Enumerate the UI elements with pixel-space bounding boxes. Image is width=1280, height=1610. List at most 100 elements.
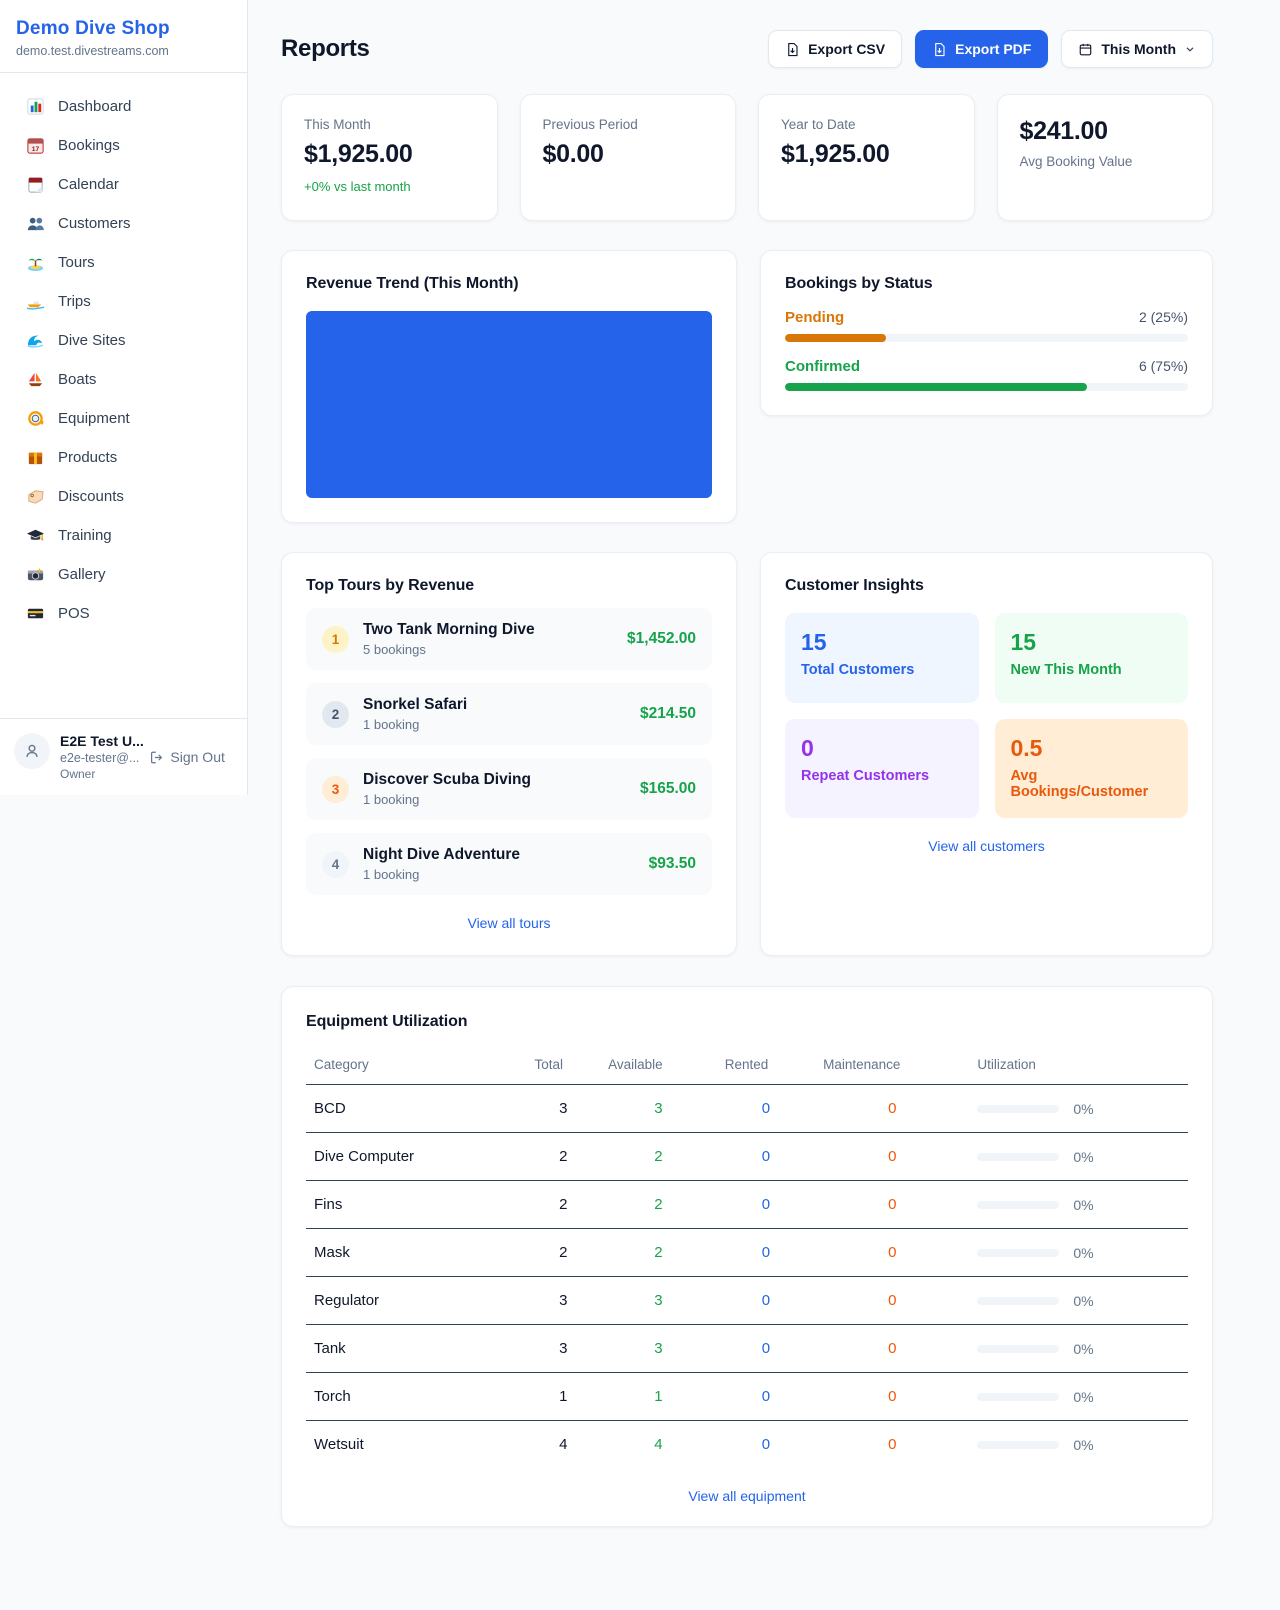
cell-rented: 0 — [717, 1181, 815, 1229]
cell-total: 4 — [527, 1421, 601, 1469]
revenue-trend-card: Revenue Trend (This Month) — [281, 250, 737, 523]
sidebar-item-gallery[interactable]: Gallery — [12, 555, 235, 594]
insight-value: 0.5 — [1011, 735, 1173, 762]
export-pdf-button[interactable]: Export PDF — [915, 30, 1048, 68]
export-csv-button[interactable]: Export CSV — [768, 30, 902, 68]
tour-revenue: $93.50 — [649, 855, 696, 873]
shop-name: Demo Dive Shop — [16, 18, 231, 40]
stat-card-avg-booking-value: $241.00 Avg Booking Value — [997, 94, 1214, 221]
revenue-trend-title: Revenue Trend (This Month) — [306, 275, 712, 293]
table-row: Torch 1 1 0 0 0% — [306, 1373, 1188, 1421]
table-row: Wetsuit 4 4 0 0 0% — [306, 1421, 1188, 1469]
sailboat-icon — [26, 370, 45, 389]
sidebar-item-equipment[interactable]: Equipment — [12, 399, 235, 438]
tour-row: 1 Two Tank Morning Dive 5 bookings $1,45… — [306, 608, 712, 670]
cell-maintenance: 0 — [815, 1373, 969, 1421]
insight-repeat-customers: 0 Repeat Customers — [785, 719, 979, 818]
shop-domain: demo.test.divestreams.com — [16, 44, 231, 58]
cell-total: 1 — [527, 1373, 601, 1421]
cell-total: 2 — [527, 1181, 601, 1229]
view-all-tours-link[interactable]: View all tours — [306, 915, 712, 931]
sign-out-button[interactable]: Sign Out — [149, 749, 224, 765]
tour-revenue: $1,452.00 — [627, 630, 696, 648]
wave-icon — [26, 331, 45, 350]
sidebar-item-label: Trips — [58, 293, 91, 310]
person-icon — [23, 742, 41, 760]
sidebar-item-calendar[interactable]: Calendar — [12, 165, 235, 204]
sidebar-item-boats[interactable]: Boats — [12, 360, 235, 399]
utilization-bar — [977, 1249, 1059, 1257]
sidebar-item-pos[interactable]: POS — [12, 594, 235, 633]
sidebar-item-trips[interactable]: Trips — [12, 282, 235, 321]
top-tours-card: Top Tours by Revenue 1 Two Tank Morning … — [281, 552, 737, 956]
table-row: Mask 2 2 0 0 0% — [306, 1229, 1188, 1277]
stat-delta: +0% vs last month — [304, 179, 475, 194]
sidebar-item-discounts[interactable]: Discounts — [12, 477, 235, 516]
sidebar-item-training[interactable]: Training — [12, 516, 235, 555]
tour-revenue: $214.50 — [640, 705, 696, 723]
sidebar-item-label: Bookings — [58, 137, 120, 154]
bookings-by-status-title: Bookings by Status — [785, 275, 1188, 293]
column-header-available: Available — [600, 1049, 717, 1085]
stat-value: $241.00 — [1020, 117, 1191, 146]
rank-badge: 2 — [322, 701, 349, 728]
status-count: 6 (75%) — [1139, 358, 1188, 374]
logout-icon — [149, 750, 164, 765]
sidebar-item-products[interactable]: Products — [12, 438, 235, 477]
tour-name: Discover Scuba Diving — [363, 771, 626, 789]
equipment-utilization-title: Equipment Utilization — [306, 1013, 1188, 1031]
cell-rented: 0 — [717, 1277, 815, 1325]
sidebar-item-label: Calendar — [58, 176, 119, 193]
island-icon — [26, 253, 45, 272]
customer-insights-card: Customer Insights 15 Total Customers 15 … — [760, 552, 1213, 956]
sidebar-item-customers[interactable]: Customers — [12, 204, 235, 243]
utilization-bar — [977, 1105, 1059, 1113]
tour-row: 2 Snorkel Safari 1 booking $214.50 — [306, 683, 712, 745]
cell-available: 2 — [600, 1181, 717, 1229]
view-all-equipment-link[interactable]: View all equipment — [306, 1488, 1188, 1504]
bookings-by-status-card: Bookings by Status Pending 2 (25%) Confi… — [760, 250, 1213, 416]
cell-total: 3 — [527, 1325, 601, 1373]
calendar-pad-icon — [26, 175, 45, 194]
bar-chart-icon — [26, 97, 45, 116]
sidebar-item-label: Discounts — [58, 488, 124, 505]
user-role: Owner — [60, 767, 233, 781]
cell-maintenance: 0 — [815, 1421, 969, 1469]
cell-maintenance: 0 — [815, 1277, 969, 1325]
insight-value: 15 — [801, 629, 963, 656]
period-selector[interactable]: This Month — [1061, 30, 1213, 68]
stat-label: Previous Period — [543, 117, 714, 132]
cell-total: 2 — [527, 1229, 601, 1277]
equipment-table: Category Total Available Rented Maintena… — [306, 1049, 1188, 1468]
stat-label: Year to Date — [781, 117, 952, 132]
sidebar-item-bookings[interactable]: 17 Bookings — [12, 126, 235, 165]
cell-rented: 0 — [717, 1373, 815, 1421]
insight-label: Repeat Customers — [801, 768, 963, 784]
cell-category: Wetsuit — [306, 1421, 527, 1469]
cell-available: 4 — [600, 1421, 717, 1469]
column-header-rented: Rented — [717, 1049, 815, 1085]
insight-label: New This Month — [1011, 662, 1173, 678]
utilization-percent: 0% — [1073, 1197, 1093, 1213]
grad-cap-icon — [26, 526, 45, 545]
sidebar-item-tours[interactable]: Tours — [12, 243, 235, 282]
status-bar-fill — [785, 383, 1087, 391]
user-section: E2E Test U... e2e-tester@... Sign Out Ow… — [0, 718, 247, 795]
view-all-customers-link[interactable]: View all customers — [785, 838, 1188, 854]
sidebar-nav: Dashboard 17 Bookings Calendar Customers… — [0, 73, 247, 718]
tour-name: Snorkel Safari — [363, 696, 626, 714]
sidebar-item-dive-sites[interactable]: Dive Sites — [12, 321, 235, 360]
calendar-icon — [1078, 42, 1093, 57]
cell-category: Fins — [306, 1181, 527, 1229]
status-bar-track — [785, 383, 1188, 391]
insight-label: Avg Bookings/Customer — [1011, 768, 1173, 800]
sidebar-item-dashboard[interactable]: Dashboard — [12, 87, 235, 126]
stat-value: $1,925.00 — [304, 140, 475, 169]
utilization-percent: 0% — [1073, 1437, 1093, 1453]
sidebar-item-label: Equipment — [58, 410, 130, 427]
tour-bookings: 5 bookings — [363, 642, 613, 657]
file-download-icon — [932, 42, 947, 57]
file-download-icon — [785, 42, 800, 57]
equipment-utilization-card: Equipment Utilization Category Total Ava… — [281, 986, 1213, 1527]
tag-icon — [26, 487, 45, 506]
